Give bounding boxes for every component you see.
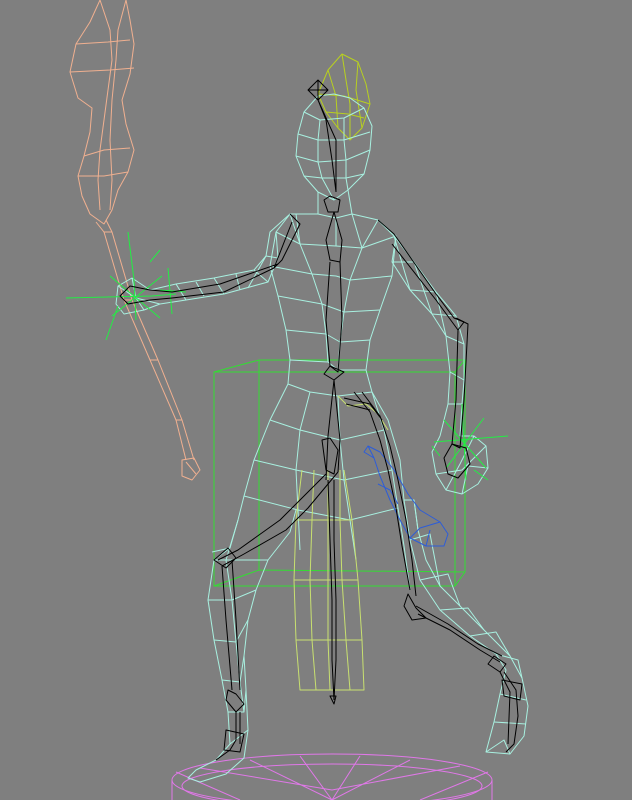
wireframe-scene[interactable] [0, 0, 632, 800]
character-mesh[interactable] [115, 93, 529, 783]
spear[interactable] [69, 0, 201, 481]
pedestal[interactable] [171, 753, 493, 800]
dagger[interactable] [363, 445, 449, 547]
3d-viewport[interactable] [0, 0, 632, 800]
